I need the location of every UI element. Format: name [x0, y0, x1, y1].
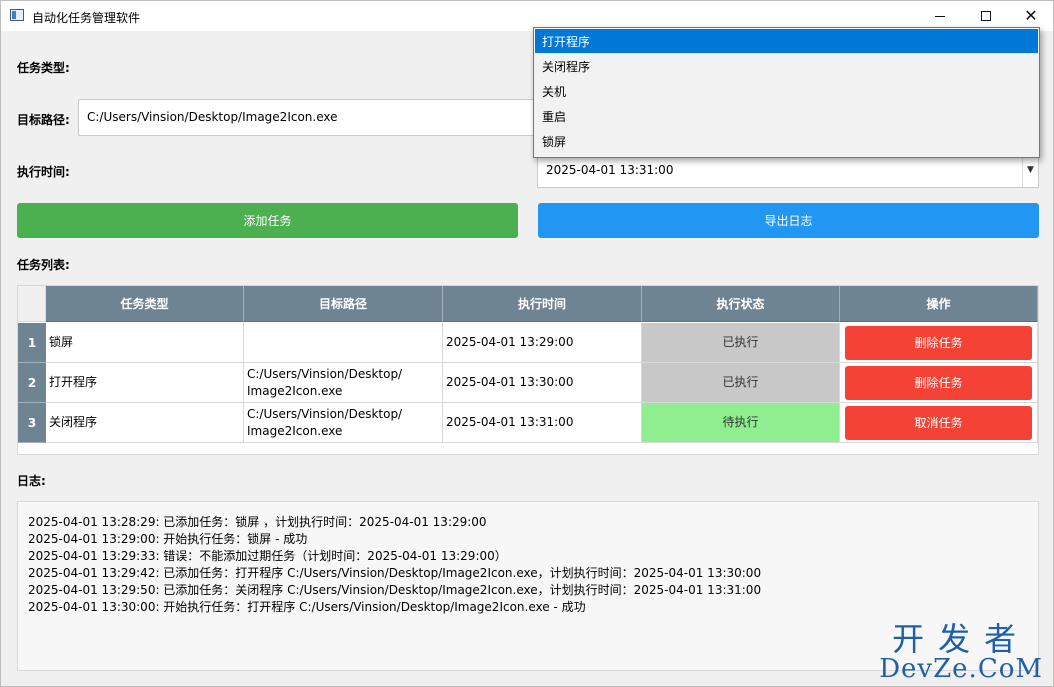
task-type-label: 任务类型:	[17, 61, 70, 75]
row-header[interactable]: 2	[18, 363, 46, 403]
task-list-label: 任务列表:	[17, 258, 70, 272]
cell-exec-time[interactable]: 2025-04-01 13:29:00	[443, 323, 642, 363]
add-task-button[interactable]: 添加任务	[17, 203, 518, 238]
maximize-icon	[981, 11, 991, 21]
target-path-label: 目标路径:	[17, 113, 70, 127]
export-log-button[interactable]: 导出日志	[538, 203, 1039, 238]
cell-target-path[interactable]	[244, 323, 443, 363]
cell-task-type[interactable]: 打开程序	[46, 363, 244, 403]
log-line: 2025-04-01 13:29:33: 错误：不能添加过期任务（计划时间：20…	[28, 549, 507, 563]
close-icon: ✕	[1024, 6, 1038, 25]
cell-task-type[interactable]: 锁屏	[46, 323, 244, 363]
exec-time-value: 2025-04-01 13:31:00	[546, 163, 674, 177]
main-window: 自动化任务管理软件 ✕ 任务类型: 目标路径: C:/Users/Vinsion…	[0, 0, 1054, 687]
window-title: 自动化任务管理软件	[32, 11, 141, 25]
minimize-icon	[935, 15, 945, 17]
log-line: 2025-04-01 13:29:50: 已添加任务：关闭程序 C:/Users…	[28, 583, 762, 597]
cell-action: 删除任务	[840, 363, 1038, 403]
column-header-action[interactable]: 操作	[840, 286, 1038, 322]
dropdown-option-close-program[interactable]: 关闭程序	[535, 54, 1038, 78]
task-table: 任务类型 目标路径 执行时间 执行状态 操作 1 锁屏 2025-04-01 1…	[17, 285, 1039, 455]
dropdown-option-open-program[interactable]: 打开程序	[535, 29, 1038, 53]
column-header-path[interactable]: 目标路径	[244, 286, 443, 322]
log-line: 2025-04-01 13:29:42: 已添加任务：打开程序 C:/Users…	[28, 566, 762, 580]
cell-status: 已执行	[642, 323, 840, 363]
cell-exec-time[interactable]: 2025-04-01 13:30:00	[443, 363, 642, 403]
watermark-en: DevZe.CoM	[879, 654, 1043, 684]
chevron-down-icon[interactable]: ▼	[1022, 153, 1038, 187]
row-header[interactable]: 3	[18, 403, 46, 443]
log-line: 2025-04-01 13:28:29: 已添加任务：锁屏 ，计划执行时间：20…	[28, 515, 487, 529]
log-line: 2025-04-01 13:29:00: 开始执行任务：锁屏 - 成功	[28, 532, 308, 546]
delete-task-button[interactable]: 删除任务	[845, 366, 1032, 400]
cell-exec-time[interactable]: 2025-04-01 13:31:00	[443, 403, 642, 443]
column-header-status[interactable]: 执行状态	[642, 286, 840, 322]
column-header-time[interactable]: 执行时间	[443, 286, 642, 322]
watermark-logo: 开发者 DevZe.CoM	[879, 622, 1043, 682]
dropdown-option-lock-screen[interactable]: 锁屏	[535, 129, 1038, 153]
cell-action: 删除任务	[840, 323, 1038, 363]
task-type-dropdown-list[interactable]: 打开程序 关闭程序 关机 重启 锁屏	[533, 27, 1040, 158]
dropdown-option-restart[interactable]: 重启	[535, 104, 1038, 128]
cell-status: 已执行	[642, 363, 840, 403]
cell-action: 取消任务	[840, 403, 1038, 443]
table-corner	[18, 286, 46, 322]
app-icon	[10, 9, 24, 21]
cell-task-type[interactable]: 关闭程序	[46, 403, 244, 443]
log-line: 2025-04-01 13:30:00: 开始执行任务：打开程序 C:/User…	[28, 600, 586, 614]
target-path-input[interactable]: C:/Users/Vinsion/Desktop/Image2Icon.exe	[78, 99, 548, 136]
cell-target-path[interactable]: C:/Users/Vinsion/Desktop/ Image2Icon.exe	[244, 403, 443, 443]
cell-status: 待执行	[642, 403, 840, 443]
cancel-task-button[interactable]: 取消任务	[845, 406, 1032, 440]
row-header[interactable]: 1	[18, 323, 46, 363]
exec-time-label: 执行时间:	[17, 165, 70, 179]
delete-task-button[interactable]: 删除任务	[845, 326, 1032, 360]
cell-target-path[interactable]: C:/Users/Vinsion/Desktop/ Image2Icon.exe	[244, 363, 443, 403]
log-label: 日志:	[17, 474, 46, 488]
watermark-cn: 开发者	[892, 620, 1031, 658]
dropdown-option-shutdown[interactable]: 关机	[535, 79, 1038, 103]
column-header-type[interactable]: 任务类型	[46, 286, 244, 322]
